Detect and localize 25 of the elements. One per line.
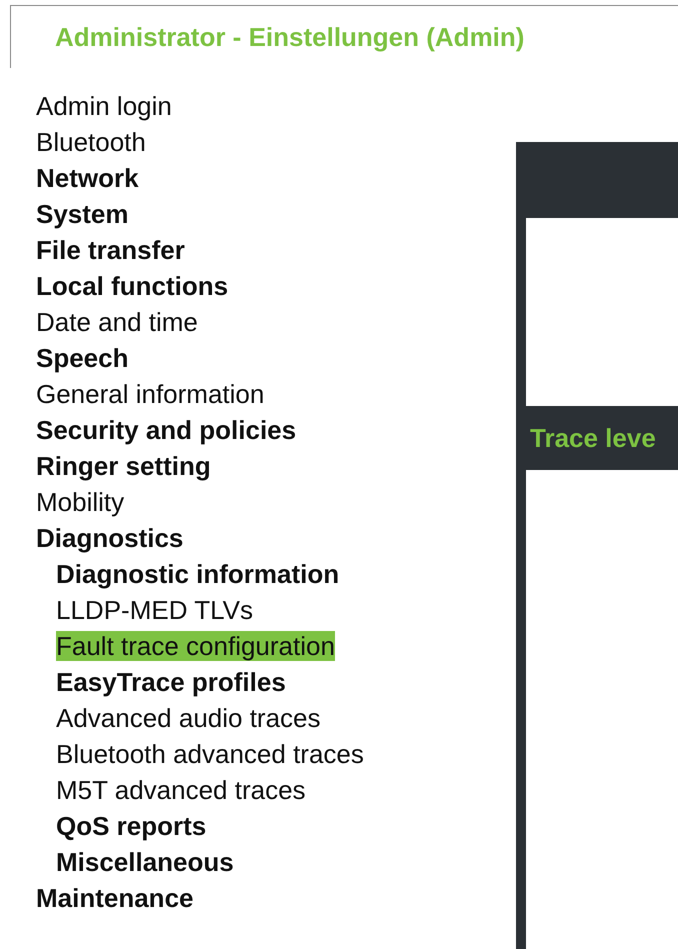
menu-item[interactable]: Ringer setting [36,451,211,481]
menu-item[interactable]: EasyTrace profiles [56,667,286,697]
menu-item[interactable]: Advanced audio traces [56,703,321,733]
menu-item[interactable]: System [36,199,128,229]
menu-item[interactable]: Diagnostics [36,523,184,553]
menu-item[interactable]: Admin login [36,91,172,121]
menu-item[interactable]: File transfer [36,235,185,265]
page-title: Administrator - Einstellungen (Admin) [55,20,524,54]
menu-item[interactable]: Speech [36,343,128,373]
menu-item[interactable]: Date and time [36,307,198,337]
menu-item[interactable]: Miscellaneous [56,847,234,877]
menu-item[interactable]: Local functions [36,271,228,301]
menu-item[interactable]: General information [36,379,264,409]
menu-item[interactable]: Maintenance [36,883,194,913]
menu-item[interactable]: Bluetooth advanced traces [56,739,364,769]
menu-item[interactable]: Diagnostic information [56,559,340,589]
menu-item[interactable]: M5T advanced traces [56,775,306,805]
menu-item[interactable]: Bluetooth [36,127,146,157]
menu-item[interactable]: LLDP-MED TLVs [56,595,253,625]
section-heading: Trace leve [530,422,656,454]
menu-item[interactable]: Fault trace configuration [56,631,335,661]
menu-item[interactable]: QoS reports [56,811,206,841]
menu-item[interactable]: Network [36,163,139,193]
menu-item[interactable]: Security and policies [36,415,296,445]
menu-item[interactable]: Mobility [36,487,124,517]
